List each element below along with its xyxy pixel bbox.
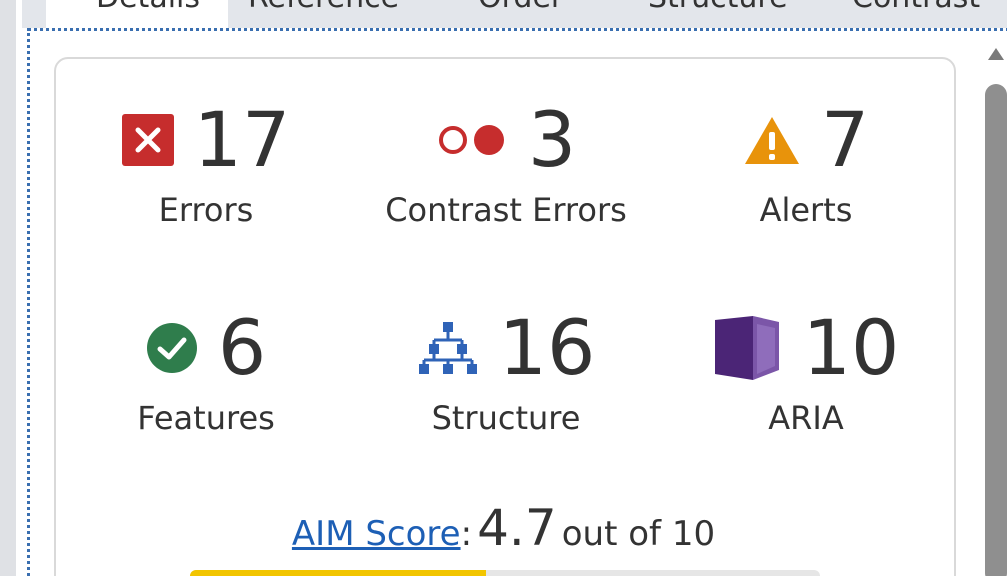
tab-order[interactable]: Order: [478, 0, 563, 28]
alerts-summary[interactable]: 7 Alerts: [656, 100, 956, 230]
tab-label: Reference: [248, 0, 399, 14]
vertical-scrollbar[interactable]: [985, 40, 1007, 576]
alerts-label: Alerts: [759, 191, 853, 229]
aria-summary[interactable]: 10 ARIA: [656, 308, 956, 438]
tab-label: Order: [478, 0, 563, 14]
tab-label: Structure: [648, 0, 788, 14]
aria-cube-icon: [713, 314, 783, 382]
contrast-icon: [436, 122, 508, 158]
structure-summary[interactable]: 16 Structure: [356, 308, 656, 438]
scroll-up-arrow-icon[interactable]: [988, 48, 1004, 60]
wave-summary-panel: Details Reference Order Structure Contra…: [0, 0, 1007, 576]
structure-label: Structure: [431, 399, 581, 437]
tab-reference[interactable]: Reference: [248, 0, 399, 28]
tab-bar: Details Reference Order Structure Contra…: [22, 0, 1007, 28]
features-summary[interactable]: 6 Features: [56, 308, 356, 438]
error-x-icon: [121, 114, 174, 166]
contrast-errors-summary[interactable]: 3 Contrast Errors: [356, 100, 656, 230]
contrast-errors-count: 3: [527, 95, 577, 184]
check-circle-icon: [146, 322, 198, 374]
tab-details[interactable]: Details: [46, 0, 229, 28]
features-count: 6: [217, 303, 267, 392]
aim-score-value: 4.7: [477, 499, 557, 557]
alerts-count: 7: [820, 95, 870, 184]
hierarchy-icon: [417, 320, 479, 376]
tab-label: Details: [96, 0, 200, 14]
aria-label: ARIA: [768, 399, 844, 437]
aim-score-bar: [190, 570, 820, 576]
aim-score-bar-fill: [190, 570, 487, 576]
features-label: Features: [137, 399, 275, 437]
errors-label: Errors: [158, 191, 254, 229]
aim-score-link[interactable]: AIM Score: [292, 514, 461, 554]
aim-score-suffix: out of 10: [561, 514, 716, 554]
aria-count: 10: [802, 303, 900, 392]
errors-count: 17: [193, 95, 291, 184]
scrollbar-thumb[interactable]: [985, 84, 1007, 576]
contrast-errors-label: Contrast Errors: [385, 191, 627, 229]
tab-label: Contrast: [852, 0, 980, 14]
tab-contrast[interactable]: Contrast: [852, 0, 980, 28]
structure-count: 16: [498, 303, 596, 392]
alert-triangle-icon: [743, 114, 801, 166]
aim-score-separator: :: [460, 514, 473, 554]
errors-summary[interactable]: 17 Errors: [56, 100, 356, 230]
tab-structure[interactable]: Structure: [648, 0, 788, 28]
left-panel-strip: [0, 0, 16, 576]
aim-score: AIM Score: 4.7 out of 10: [0, 498, 1007, 570]
